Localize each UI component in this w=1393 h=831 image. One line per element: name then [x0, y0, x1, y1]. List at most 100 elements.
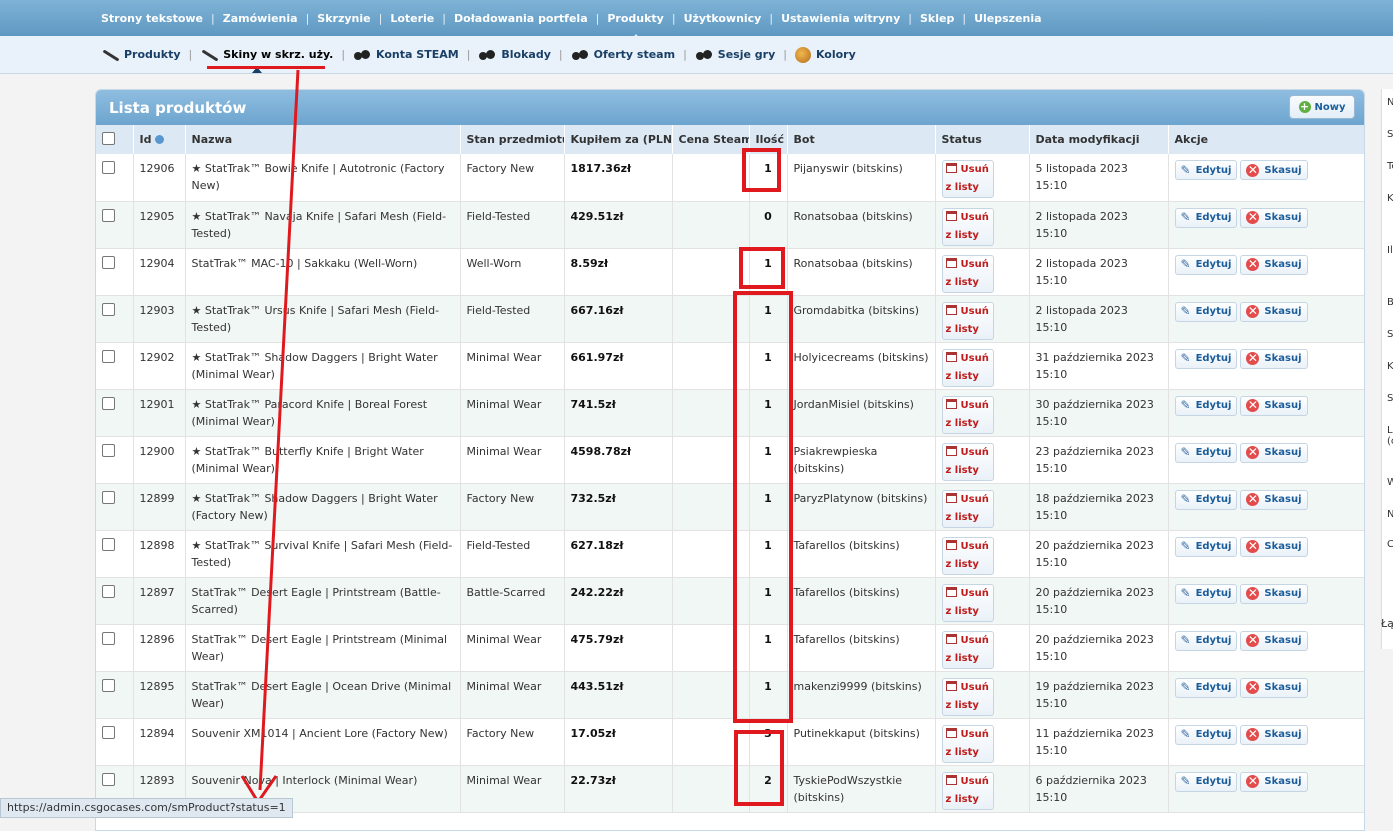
delete-button[interactable]: ✕ Skasuj: [1240, 489, 1308, 510]
remove-from-list-button[interactable]: Usuń z listy: [941, 207, 994, 246]
edit-label: Edytuj: [1195, 164, 1232, 176]
column-header-bot[interactable]: Bot: [787, 125, 936, 154]
remove-from-list-button[interactable]: Usuń z listy: [941, 395, 994, 434]
row-checkbox[interactable]: [102, 161, 115, 174]
row-checkbox[interactable]: [102, 584, 115, 598]
row-checkbox[interactable]: [102, 349, 115, 363]
delete-button[interactable]: ✕ Skasuj: [1240, 395, 1308, 416]
delete-label: Skasuj: [1264, 306, 1302, 317]
delete-button[interactable]: ✕ Skasuj: [1240, 630, 1308, 651]
delete-button[interactable]: ✕ Skasuj: [1240, 160, 1308, 180]
subnav-item[interactable]: Konta STEAM: [353, 48, 459, 62]
remove-from-list-button[interactable]: Usuń z listy: [941, 489, 994, 528]
edit-button[interactable]: ✎ Edytuj: [1174, 301, 1238, 322]
top-nav-item[interactable]: Ustawienia witryny: [781, 12, 900, 25]
row-checkbox[interactable]: [102, 255, 115, 269]
edit-button[interactable]: ✎ Edytuj: [1174, 442, 1238, 463]
delete-button[interactable]: ✕ Skasuj: [1240, 207, 1308, 228]
column-header-status[interactable]: Status: [935, 125, 1030, 154]
edit-button[interactable]: ✎ Edytuj: [1174, 254, 1238, 275]
edit-button[interactable]: ✎ Edytuj: [1174, 489, 1238, 510]
top-nav-item[interactable]: Sklep: [920, 12, 954, 25]
column-header-condition[interactable]: Stan przedmiotu: [460, 125, 565, 154]
side-panel-label: W: [1387, 477, 1393, 488]
row-checkbox[interactable]: [102, 208, 115, 222]
remove-from-list-button[interactable]: Usuń z listy: [941, 677, 994, 716]
table-row: 12902 ★ StatTrak™ Shadow Daggers | Bright…: [96, 342, 1364, 390]
select-all-checkbox[interactable]: [102, 132, 115, 145]
pencil-icon: ✎: [1180, 539, 1191, 553]
edit-button[interactable]: ✎ Edytuj: [1174, 160, 1238, 180]
remove-from-list-button[interactable]: Usuń z listy: [941, 348, 994, 387]
name-cell: ★ StatTrak™ Paracord Knife | Boreal Fore…: [185, 389, 461, 437]
delete-label: Skasuj: [1264, 494, 1302, 505]
condition-cell: Battle-Scarred: [460, 577, 565, 625]
delete-button[interactable]: ✕ Skasuj: [1240, 442, 1308, 463]
subnav-item[interactable]: Kolory: [794, 46, 856, 63]
new-product-button[interactable]: + Nowy: [1289, 95, 1355, 119]
edit-button[interactable]: ✎ Edytuj: [1174, 771, 1238, 792]
row-checkbox[interactable]: [102, 725, 115, 739]
edit-button[interactable]: ✎ Edytuj: [1174, 207, 1238, 228]
delete-label: Skasuj: [1264, 635, 1302, 646]
edit-label: Edytuj: [1195, 400, 1232, 411]
row-checkbox[interactable]: [102, 490, 115, 504]
subnav-item[interactable]: Oferty steam: [571, 48, 675, 62]
delete-button[interactable]: ✕ Skasuj: [1240, 583, 1308, 604]
delete-button[interactable]: ✕ Skasuj: [1240, 254, 1308, 275]
top-nav-item[interactable]: Skrzynie: [317, 12, 370, 25]
table-row: 12898 ★ StatTrak™ Survival Knife | Safari…: [96, 530, 1364, 578]
row-checkbox[interactable]: [102, 678, 115, 692]
top-nav-item[interactable]: Produkty: [607, 12, 664, 40]
remove-from-list-button[interactable]: Usuń z listy: [941, 254, 994, 293]
pencil-icon: ✎: [1180, 304, 1191, 318]
column-header-name[interactable]: Nazwa: [185, 125, 461, 154]
row-checkbox[interactable]: [102, 302, 115, 316]
row-checkbox[interactable]: [102, 396, 115, 410]
delete-button[interactable]: ✕ Skasuj: [1240, 301, 1308, 322]
top-nav-item[interactable]: Zamówienia: [223, 12, 298, 25]
subnav-item[interactable]: Skiny w skrz. uży.: [200, 48, 333, 62]
delete-button[interactable]: ✕ Skasuj: [1240, 348, 1308, 369]
status-cell: Usuń z listy: [935, 624, 1030, 672]
column-header-id[interactable]: Id: [133, 125, 186, 154]
edit-button[interactable]: ✎ Edytuj: [1174, 583, 1238, 604]
remove-from-list-button[interactable]: Usuń z listy: [941, 160, 994, 198]
edit-button[interactable]: ✎ Edytuj: [1174, 348, 1238, 369]
edit-label: Edytuj: [1195, 729, 1232, 740]
edit-button[interactable]: ✎ Edytuj: [1174, 677, 1238, 698]
status-cell: Usuń z listy: [935, 295, 1030, 343]
row-checkbox[interactable]: [102, 631, 115, 645]
edit-button[interactable]: ✎ Edytuj: [1174, 724, 1238, 745]
remove-from-list-button[interactable]: Usuń z listy: [941, 771, 994, 810]
delete-button[interactable]: ✕ Skasuj: [1240, 677, 1308, 698]
edit-button[interactable]: ✎ Edytuj: [1174, 630, 1238, 651]
condition-cell: Factory New: [460, 718, 565, 766]
column-header-modified[interactable]: Data modyfikacji: [1029, 125, 1169, 154]
subnav-item[interactable]: Blokady: [478, 48, 551, 62]
remove-from-list-button[interactable]: Usuń z listy: [941, 442, 994, 481]
delete-button[interactable]: ✕ Skasuj: [1240, 724, 1308, 745]
top-nav-item[interactable]: Użytkownicy: [684, 12, 762, 25]
edit-button[interactable]: ✎ Edytuj: [1174, 395, 1238, 416]
top-nav-item[interactable]: Doładowania portfela: [454, 12, 588, 25]
edit-button[interactable]: ✎ Edytuj: [1174, 536, 1238, 557]
top-nav-item[interactable]: Ulepszenia: [974, 12, 1041, 25]
column-header-bought[interactable]: Kupiłem za (PLN): [564, 125, 673, 154]
top-nav-item[interactable]: Strony tekstowe: [101, 12, 203, 25]
remove-from-list-button[interactable]: Usuń z listy: [941, 630, 994, 669]
remove-from-list-button[interactable]: Usuń z listy: [941, 724, 994, 763]
delete-button[interactable]: ✕ Skasuj: [1240, 536, 1308, 557]
remove-from-list-button[interactable]: Usuń z listy: [941, 301, 994, 340]
subnav-item[interactable]: Sesje gry: [695, 48, 775, 62]
row-checkbox[interactable]: [102, 537, 115, 551]
row-checkbox[interactable]: [102, 772, 115, 786]
column-header-steam[interactable]: Cena Steam: [672, 125, 750, 154]
name-cell: StatTrak™ Desert Eagle | Printstream (Ba…: [185, 577, 461, 625]
remove-from-list-button[interactable]: Usuń z listy: [941, 583, 994, 622]
remove-from-list-button[interactable]: Usuń z listy: [941, 536, 994, 575]
subnav-item[interactable]: Produkty: [101, 48, 181, 62]
row-checkbox[interactable]: [102, 443, 115, 457]
delete-button[interactable]: ✕ Skasuj: [1240, 771, 1308, 792]
top-nav-item[interactable]: Loterie: [390, 12, 434, 25]
